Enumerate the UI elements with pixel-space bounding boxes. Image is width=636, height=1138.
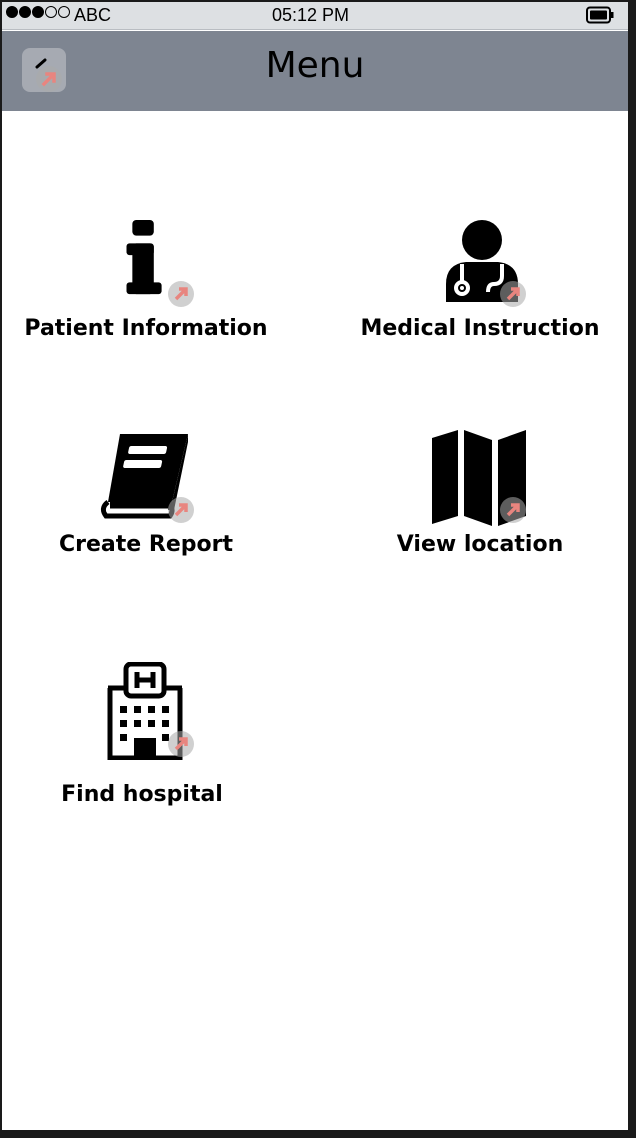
status-time: 05:12 PM <box>272 5 350 25</box>
menu-item-create-report[interactable]: Create Report <box>16 428 276 568</box>
menu-item-medical-instruction[interactable]: Medical Instruction <box>350 212 610 352</box>
link-arrow-icon <box>168 731 194 757</box>
menu-item-label: Find hospital <box>61 782 223 807</box>
phone-screen: ABC 05:12 PM Menu Patient Information Me… <box>0 0 636 1138</box>
info-icon <box>126 220 162 295</box>
signal-strength-icon <box>6 6 70 18</box>
battery-icon <box>586 6 614 24</box>
menu-item-patient-information[interactable]: Patient Information <box>16 212 276 352</box>
menu-item-find-hospital[interactable]: Find hospital <box>12 662 272 812</box>
link-arrow-icon <box>500 497 526 523</box>
page-title: Menu <box>265 45 365 86</box>
menu-item-label: Medical Instruction <box>360 316 600 341</box>
carrier-name: ABC <box>74 5 112 25</box>
link-arrow-icon <box>168 281 194 307</box>
link-arrow-icon <box>500 281 526 307</box>
menu-item-label: Create Report <box>59 532 233 557</box>
menu-item-label: View location <box>396 532 564 557</box>
menu-item-label: Patient Information <box>24 316 268 341</box>
menu-item-view-location[interactable]: View location <box>350 428 610 568</box>
navigation-bar: Menu <box>2 31 628 111</box>
link-arrow-icon <box>168 497 194 523</box>
status-bar: ABC 05:12 PM <box>2 2 628 30</box>
